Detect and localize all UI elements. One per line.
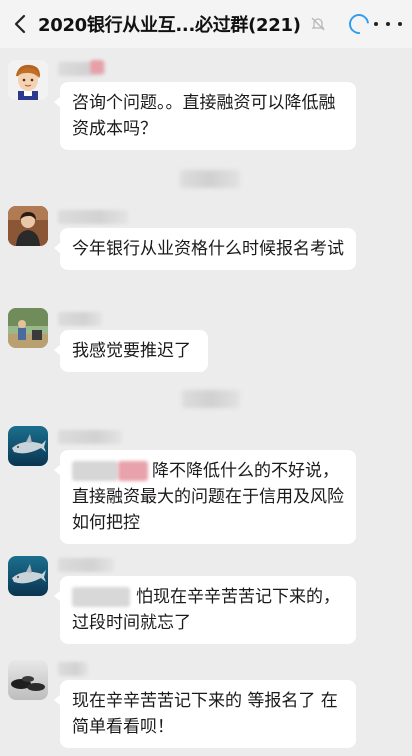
shark-avatar-icon: [8, 426, 48, 466]
message-bubble[interactable]: 现在辛辛苦苦记下来的 等报名了 在简单看看呗！: [54, 680, 356, 748]
message-bubble[interactable]: 我感觉要推迟了: [54, 330, 208, 372]
avatar[interactable]: [8, 660, 48, 700]
shark-avatar-icon: [8, 556, 48, 596]
sender-name-redacted: [58, 662, 88, 676]
avatar[interactable]: [8, 426, 48, 466]
message-bubble[interactable]: 怕现在辛辛苦苦记下来的，过段时间就忘了: [54, 576, 356, 644]
sender-name-redacted: [58, 558, 114, 572]
message-bubble[interactable]: 今年银行从业资格什么时候报名考试: [54, 228, 356, 270]
message-text: 我感觉要推迟了: [72, 341, 191, 361]
chat-title[interactable]: 2020银行从业互...必过群(221): [38, 11, 301, 37]
avatar[interactable]: [8, 308, 48, 348]
back-button[interactable]: [2, 0, 38, 48]
timestamp-redacted: [182, 390, 240, 408]
cartoon-boy-avatar-icon: [8, 60, 48, 100]
message-text: 咨询个问题。。直接融资可以降低融资成本吗？: [72, 93, 336, 139]
sender-name-redacted: [58, 210, 128, 224]
chat-header: 2020银行从业互...必过群(221): [0, 0, 412, 48]
timestamp-redacted: [180, 170, 240, 188]
avatar[interactable]: [8, 206, 48, 246]
bell-off-icon: [309, 15, 327, 33]
sender-name-redacted: [58, 312, 102, 326]
person-photo-avatar-icon: [8, 206, 48, 246]
more-dots-icon: [374, 22, 378, 26]
sender-name-redacted: [58, 430, 122, 444]
chevron-left-icon: [14, 14, 26, 34]
mention-redacted: [72, 461, 118, 481]
message-text: 今年银行从业资格什么时候报名考试: [72, 239, 344, 259]
outdoor-photo-avatar-icon: [8, 308, 48, 348]
avatar[interactable]: [8, 60, 48, 100]
message-text: 现在辛辛苦苦记下来的 等报名了 在简单看看呗！: [72, 691, 338, 737]
avatar[interactable]: [8, 556, 48, 596]
message-bubble[interactable]: 咨询个问题。。直接融资可以降低融资成本吗？: [54, 82, 356, 150]
message-bubble[interactable]: 降不降低什么的不好说，直接融资最大的问题在于信用及风险如何把控: [54, 450, 356, 544]
mention-redacted: [72, 587, 130, 607]
loading-spinner-icon: [344, 9, 373, 39]
more-button[interactable]: [374, 14, 402, 34]
stones-avatar-icon: [8, 660, 48, 700]
